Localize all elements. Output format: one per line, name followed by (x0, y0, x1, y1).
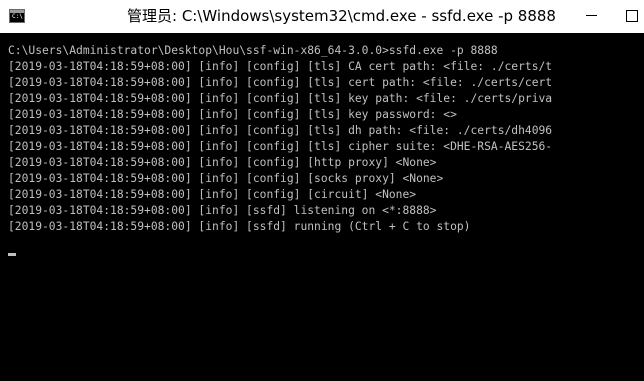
console-line: [2019-03-18T04:18:59+08:00] [info] [conf… (8, 60, 553, 73)
console-line: [2019-03-18T04:18:59+08:00] [info] [ssfd… (8, 204, 437, 217)
console-line: [2019-03-18T04:18:59+08:00] [info] [conf… (8, 92, 553, 105)
console-line: [2019-03-18T04:18:59+08:00] [info] [conf… (8, 108, 457, 121)
console-line: [2019-03-18T04:18:59+08:00] [info] [conf… (8, 76, 553, 89)
minimize-button[interactable] (568, 0, 614, 30)
cmd-icon[interactable]: C:\ (9, 9, 25, 23)
minimize-icon (586, 15, 597, 16)
cmd-icon-prompt: C:\ (12, 13, 23, 20)
console-line: C:\Users\Administrator\Desktop\Hou\ssf-w… (8, 44, 498, 57)
title-bar[interactable]: C:\ 管理员: C:\Windows\system32\cmd.exe - s… (0, 0, 644, 33)
cmd-window: C:\ 管理员: C:\Windows\system32\cmd.exe - s… (0, 0, 644, 381)
text-cursor (8, 253, 16, 256)
console-line: [2019-03-18T04:18:59+08:00] [info] [conf… (8, 124, 553, 137)
console-line: [2019-03-18T04:18:59+08:00] [info] [conf… (8, 140, 553, 153)
maximize-icon (626, 10, 638, 22)
console-line: [2019-03-18T04:18:59+08:00] [info] [conf… (8, 188, 417, 201)
console-output[interactable]: C:\Users\Administrator\Desktop\Hou\ssf-w… (0, 33, 644, 381)
console-line: [2019-03-18T04:18:59+08:00] [info] [conf… (8, 172, 444, 185)
maximize-button[interactable] (614, 0, 644, 30)
console-line: [2019-03-18T04:18:59+08:00] [info] [ssfd… (8, 220, 471, 233)
console-line: [2019-03-18T04:18:59+08:00] [info] [conf… (8, 156, 437, 169)
window-title: 管理员: C:\Windows\system32\cmd.exe - ssfd.… (127, 7, 556, 25)
